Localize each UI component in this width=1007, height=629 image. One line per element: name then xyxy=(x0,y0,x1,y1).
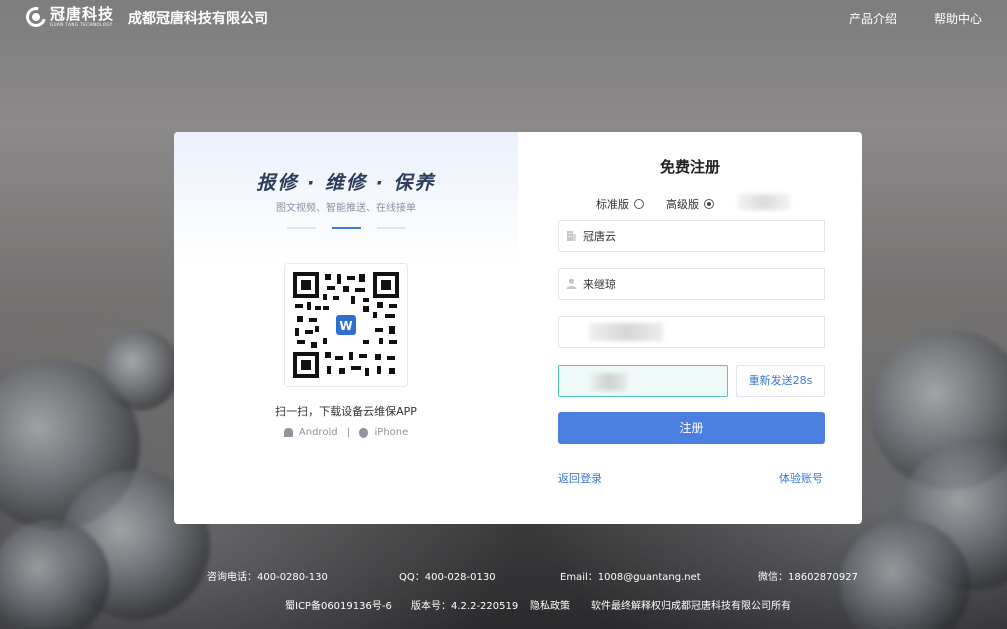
name-field[interactable]: 来继琼 xyxy=(558,268,825,300)
promo-slogan: 报修 · 维修 · 保养 xyxy=(256,172,436,194)
platform-links: Android | iPhone xyxy=(174,427,518,439)
carousel-dot-1[interactable] xyxy=(287,227,316,229)
android-icon xyxy=(283,428,293,437)
resend-code-button[interactable]: 重新发送28s xyxy=(736,365,825,397)
edition-advanced-label: 高级版 xyxy=(666,198,699,211)
footer-qq: QQ：400-028-0130 xyxy=(399,572,496,583)
promo-subtitle: 图文视频、智能推送、在线接单 xyxy=(276,203,416,214)
iphone-link[interactable]: iPhone xyxy=(375,427,409,438)
promo-panel: 报修 · 维修 · 保养 图文视频、智能推送、在线接单 W 扫一扫，下载设备云维… xyxy=(174,132,518,524)
edition-standard-option[interactable]: 标准版 xyxy=(596,196,644,212)
scan-download-text: 扫一扫，下载设备云维保APP xyxy=(275,405,417,418)
footer-rights: 软件最终解释权归成都冠唐科技有限公司所有 xyxy=(591,601,791,612)
name-field-value: 来继琼 xyxy=(583,278,616,291)
top-header: 冠唐科技 GUAN TANG TECHNOLOGY 成都冠唐科技有限公司 产品介… xyxy=(0,0,1007,36)
register-card: 报修 · 维修 · 保养 图文视频、智能推送、在线接单 W 扫一扫，下载设备云维… xyxy=(174,132,862,524)
app-qr-code: W xyxy=(284,263,408,387)
edition-advanced-radio[interactable] xyxy=(704,199,714,209)
back-to-login-link[interactable]: 返回登录 xyxy=(558,470,602,486)
edition-standard-radio[interactable] xyxy=(634,199,644,209)
footer-privacy-link[interactable]: 隐私政策 xyxy=(530,597,570,612)
phone-field[interactable] xyxy=(558,316,825,348)
brand-logo[interactable]: 冠唐科技 GUAN TANG TECHNOLOGY xyxy=(22,2,115,31)
edition-advanced-option[interactable]: 高级版 xyxy=(666,196,714,212)
brand-logo-icon xyxy=(22,2,50,31)
register-form: 免费注册 标准版 高级版 冠唐云 来继琼 重新发送28s 注册 返回登录 体验账… xyxy=(518,132,862,524)
qr-app-badge: W xyxy=(339,319,352,333)
redacted-info xyxy=(738,194,790,210)
footer-version: 版本号：4.2.2-220519 xyxy=(411,601,519,612)
footer-email[interactable]: Email：1008@guantang.net xyxy=(560,568,701,583)
footer-wechat: 微信：18602870927 xyxy=(758,572,858,583)
company-field-value: 冠唐云 xyxy=(583,230,616,243)
footer-icp[interactable]: 蜀ICP备06019136号-6 xyxy=(285,597,392,612)
building-icon xyxy=(565,230,577,242)
trial-account-link[interactable]: 体验账号 xyxy=(779,470,823,486)
nav-product-intro[interactable]: 产品介绍 xyxy=(849,10,897,27)
verification-code-field[interactable] xyxy=(558,365,728,397)
carousel-dot-3[interactable] xyxy=(377,227,406,229)
qr-code-image: W xyxy=(293,272,399,378)
apple-icon xyxy=(359,427,369,438)
footer-phone: 咨询电话：400-0280-130 xyxy=(207,572,328,583)
brand-name-en: GUAN TANG TECHNOLOGY xyxy=(50,22,113,27)
nav-help-center[interactable]: 帮助中心 xyxy=(934,10,982,27)
user-icon xyxy=(565,278,577,290)
phone-field-redacted xyxy=(589,323,663,341)
code-field-redacted xyxy=(591,373,627,391)
platform-separator: | xyxy=(346,427,351,438)
edition-standard-label: 标准版 xyxy=(596,198,629,211)
carousel-dot-2[interactable] xyxy=(332,227,361,229)
register-button[interactable]: 注册 xyxy=(558,412,825,444)
form-title: 免费注册 xyxy=(659,158,720,176)
company-name: 成都冠唐科技有限公司 xyxy=(128,11,268,27)
brand-name: 冠唐科技 xyxy=(50,5,115,23)
company-field[interactable]: 冠唐云 xyxy=(558,220,825,252)
android-link[interactable]: Android xyxy=(299,427,338,438)
